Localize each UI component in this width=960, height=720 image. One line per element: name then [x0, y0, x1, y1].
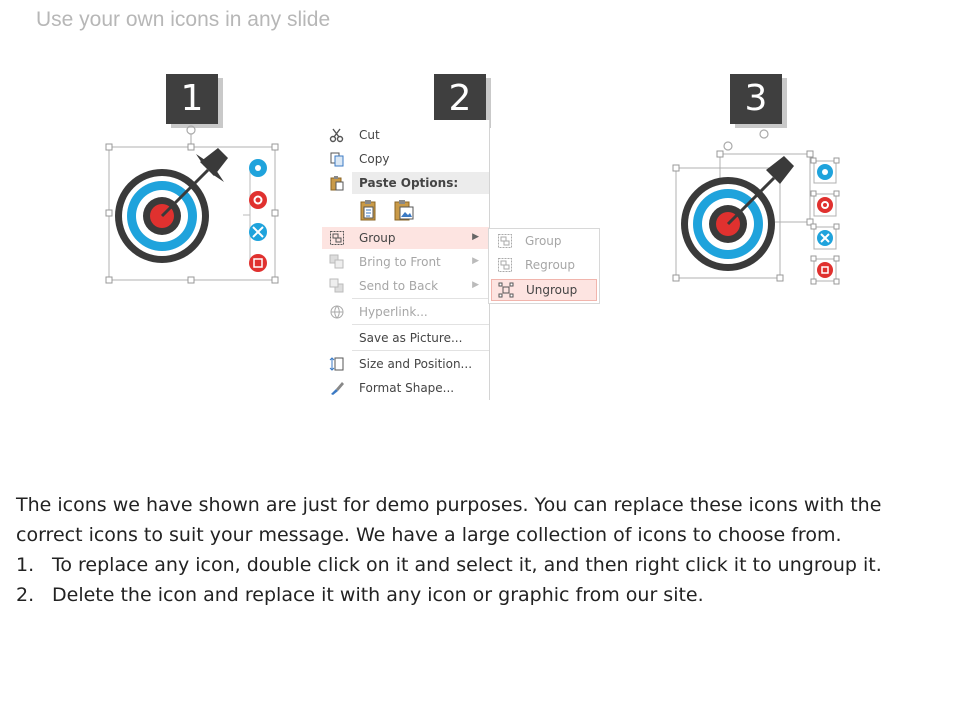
instructions-intro: The icons we have shown are just for dem…	[16, 494, 882, 546]
submenu-arrow-icon: ▶	[472, 232, 479, 242]
paste-keep-formatting-icon[interactable]	[358, 198, 382, 225]
regroup-icon	[491, 257, 519, 273]
instructions-list: 1. To replace any icon, double click on …	[16, 550, 936, 610]
menu-label-group: Group	[359, 231, 396, 245]
rotate-handle[interactable]	[186, 125, 196, 135]
menu-item-send-to-back[interactable]: Send to Back ▶	[322, 275, 489, 297]
paste-icon	[322, 172, 352, 194]
scissors-icon	[322, 124, 352, 146]
gear-icon	[813, 193, 837, 217]
menu-label-format-shape: Format Shape...	[359, 381, 455, 395]
submenu-arrow-icon: ▶	[472, 280, 479, 290]
bring-to-front-icon	[322, 251, 352, 273]
menu-label-hyperlink: Hyperlink...	[359, 305, 428, 319]
menu-label-send-to-back: Send to Back	[359, 279, 439, 293]
slide-title: Use your own icons in any slide	[36, 8, 331, 31]
ungroup-icon	[492, 282, 520, 298]
menu-item-copy[interactable]: Copy	[322, 148, 489, 170]
menu-label-bring-to-front: Bring to Front	[359, 255, 441, 269]
settings-icon	[813, 160, 837, 184]
format-shape-icon	[322, 377, 352, 399]
list-number: 2.	[16, 584, 35, 606]
list-text: Delete the icon and replace it with any …	[52, 584, 704, 606]
menu-item-format-shape[interactable]: Format Shape...	[322, 377, 489, 399]
paste-options-header: Paste Options:	[352, 172, 489, 194]
ungrouped-target-graphic[interactable]	[668, 124, 848, 294]
list-item: 1. To replace any icon, double click on …	[16, 550, 936, 580]
clipboard-icon	[813, 258, 837, 282]
submenu-item-ungroup[interactable]: Ungroup	[491, 279, 597, 301]
size-position-icon	[322, 353, 352, 375]
step-badge-2: 2	[434, 74, 486, 124]
menu-item-save-as-picture[interactable]: Save as Picture...	[322, 327, 489, 349]
context-menu: Cut Copy Paste Options: Group ▶ Bring to…	[322, 120, 490, 400]
instructions: The icons we have shown are just for dem…	[16, 490, 936, 610]
copy-icon	[322, 148, 352, 170]
paste-picture-icon[interactable]	[392, 198, 416, 225]
target-icon	[681, 156, 794, 271]
list-number: 1.	[16, 554, 35, 576]
tools-icon	[813, 226, 837, 250]
menu-item-hyperlink[interactable]: Hyperlink...	[322, 301, 489, 323]
grouped-target-graphic[interactable]	[100, 122, 285, 287]
submenu-label-group: Group	[525, 234, 562, 248]
menu-item-group[interactable]: Group ▶	[322, 227, 489, 249]
clipboard-icon	[249, 254, 267, 272]
menu-label-size-and-position: Size and Position...	[359, 357, 473, 371]
send-to-back-icon	[322, 275, 352, 297]
list-item: 2. Delete the icon and replace it with a…	[16, 580, 936, 610]
target-icon	[115, 148, 228, 263]
menu-item-bring-to-front[interactable]: Bring to Front ▶	[322, 251, 489, 273]
submenu-arrow-icon: ▶	[472, 256, 479, 266]
group-submenu: Group Regroup Ungroup	[488, 228, 600, 304]
step-badge-1: 1	[166, 74, 218, 124]
menu-label-cut: Cut	[359, 128, 380, 142]
step-badge-3: 3	[730, 74, 782, 124]
menu-label-copy: Copy	[359, 152, 390, 166]
menu-item-size-and-position[interactable]: Size and Position...	[322, 353, 489, 375]
submenu-label-ungroup: Ungroup	[526, 283, 578, 297]
list-text: To replace any icon, double click on it …	[52, 554, 882, 576]
submenu-item-group[interactable]: Group	[491, 230, 597, 252]
menu-label-save-as-picture: Save as Picture...	[359, 331, 463, 345]
submenu-label-regroup: Regroup	[525, 258, 576, 272]
submenu-item-regroup[interactable]: Regroup	[491, 254, 597, 276]
gear-icon	[249, 191, 267, 209]
menu-item-cut[interactable]: Cut	[322, 124, 489, 146]
hyperlink-icon	[322, 301, 352, 323]
group-icon	[322, 227, 352, 249]
group-icon	[491, 233, 519, 249]
